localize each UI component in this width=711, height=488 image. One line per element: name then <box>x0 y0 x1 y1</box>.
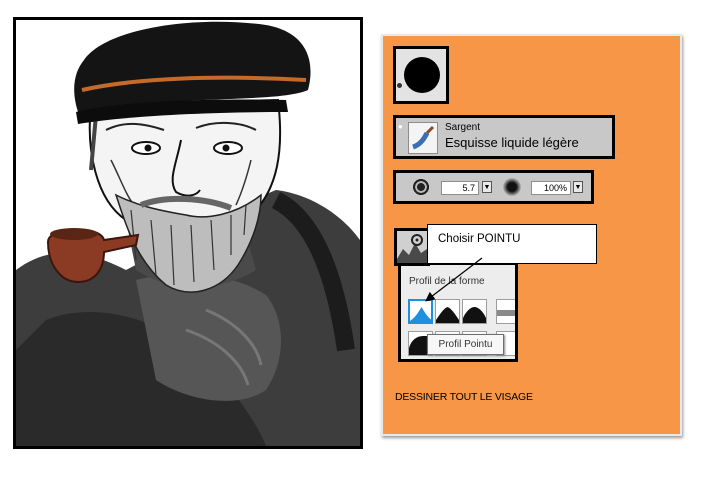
instruction-text: DESSINER TOUT LE VISAGE <box>395 391 533 403</box>
callout-arrow <box>425 257 483 302</box>
